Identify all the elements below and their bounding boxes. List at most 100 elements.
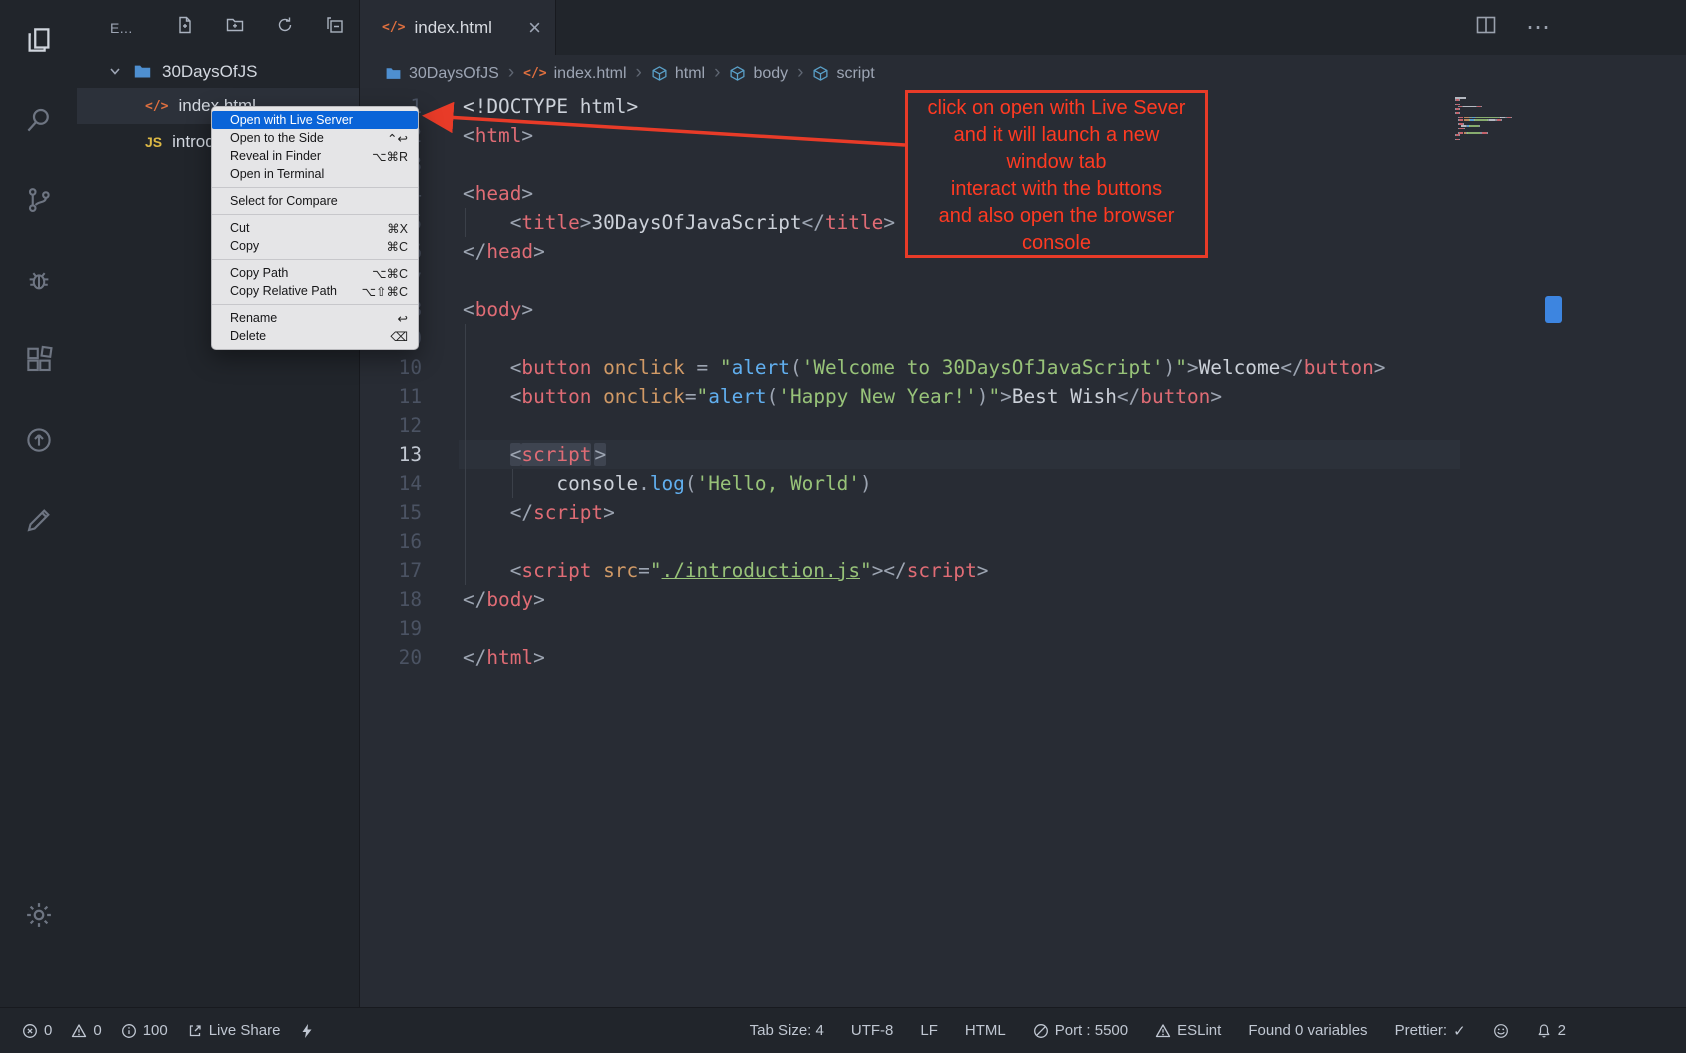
code-line-19[interactable]: 19 [360,614,1686,643]
refresh-icon[interactable] [275,15,295,40]
code-line-9[interactable]: 9 [360,324,1686,353]
source-control-icon[interactable] [15,176,63,224]
context-menu-item-open-with-live-server[interactable]: Open with Live Server [212,111,418,129]
code-line-11[interactable]: 11 <button onclick="alert('Happy New Yea… [360,382,1686,411]
status-item-utf-8[interactable]: UTF-8 [851,1022,894,1039]
status-label: 0 [44,1022,52,1039]
breadcrumb-item-30daysofjs[interactable]: 30DaysOfJS [385,65,499,83]
status-item-tab-size-4[interactable]: Tab Size: 4 [750,1022,824,1039]
menu-item-label: Reveal in Finder [230,149,321,163]
cube-icon [729,65,746,82]
status-item-prettier[interactable]: Prettier:✓ [1395,1022,1466,1040]
code-line-8[interactable]: 8<body> [360,295,1686,324]
code-line-14[interactable]: 14 console.log('Hello, World') [360,469,1686,498]
code-line-15[interactable]: 15 </script> [360,498,1686,527]
breadcrumb-label: script [836,65,874,83]
status-item-100[interactable]: 100 [121,1022,168,1039]
line-number[interactable]: 13 [360,440,422,469]
status-item-0[interactable]: 0 [71,1022,101,1039]
status-label: Tab Size: 4 [750,1022,824,1039]
menu-item-label: Copy [230,239,259,253]
new-file-icon[interactable] [175,15,195,40]
code-text: </head> [463,237,545,266]
menu-item-label: Copy Relative Path [230,284,337,298]
breadcrumb-item-script[interactable]: script [812,65,874,83]
status-item-live-share[interactable]: Live Share [187,1022,281,1039]
status-item-2[interactable]: 2 [1536,1022,1566,1039]
tab-close-icon[interactable]: × [528,17,541,39]
status-item-0[interactable]: 0 [22,1022,52,1039]
status-item-eslint[interactable]: ESLint [1155,1022,1221,1039]
status-bar: 0 0 100 Live Share Tab Size: 4 UTF-8 LF HTML Po… [0,1007,1686,1053]
extensions-icon[interactable] [15,336,63,384]
status-item-smiley[interactable] [1493,1023,1509,1039]
context-menu-item-cut[interactable]: Cut⌘X [212,219,418,237]
status-label: Prettier: [1395,1022,1448,1039]
cube-icon [812,65,829,82]
edit-session-icon[interactable] [15,496,63,544]
code-line-18[interactable]: 18</body> [360,585,1686,614]
status-item-html[interactable]: HTML [965,1022,1006,1039]
tab-index-html[interactable]: </> index.html × [360,0,556,55]
explorer-icon[interactable] [15,16,63,64]
collapse-all-icon[interactable] [325,15,345,40]
line-number[interactable]: 11 [360,382,422,411]
split-editor-icon[interactable] [1474,13,1498,42]
code-line-13[interactable]: 13 <script> [360,440,1686,469]
line-number[interactable]: 20 [360,643,422,672]
line-number[interactable]: 14 [360,469,422,498]
new-folder-icon[interactable] [225,15,245,40]
breadcrumb-separator: › [795,62,805,86]
blocked-icon [1033,1023,1049,1039]
html-file-icon: </> [145,99,168,114]
status-item-port-5500[interactable]: Port : 5500 [1033,1022,1128,1039]
code-line-7[interactable]: 7 [360,266,1686,295]
context-menu-item-reveal-in-finder[interactable]: Reveal in Finder ⌥⌘R [212,147,418,165]
line-number[interactable]: 17 [360,556,422,585]
run-debug-icon[interactable] [15,256,63,304]
status-item-lf[interactable]: LF [920,1022,938,1039]
code-line-20[interactable]: 20</html> [360,643,1686,672]
live-share-icon[interactable] [15,416,63,464]
code-line-12[interactable]: 12 [360,411,1686,440]
status-label: Found 0 variables [1248,1022,1367,1039]
code-line-16[interactable]: 16 [360,527,1686,556]
more-actions-icon[interactable]: ⋯ [1526,13,1551,42]
line-number[interactable]: 10 [360,353,422,382]
line-number[interactable]: 19 [360,614,422,643]
breadcrumb-item-html[interactable]: html [651,65,705,83]
breadcrumb-label: body [753,65,788,83]
breadcrumb-item-index-html[interactable]: </>index.html [523,65,626,83]
context-menu-item-delete[interactable]: Delete⌫ [212,327,418,345]
line-number[interactable]: 12 [360,411,422,440]
breadcrumb: 30DaysOfJS›</>index.html›html›body›scrip… [360,55,1686,92]
minimap[interactable] [1455,97,1545,141]
warning-icon [1155,1023,1171,1039]
context-menu-item-open-to-the-side[interactable]: Open to the Side⌃↩ [212,129,418,147]
folder-row-30daysofjs[interactable]: 30DaysOfJS [77,55,359,88]
context-menu-item-rename[interactable]: Rename↩ [212,309,418,327]
code-line-17[interactable]: 17 <script src="./introduction.js"></scr… [360,556,1686,585]
status-label: LF [920,1022,938,1039]
context-menu-item-copy[interactable]: Copy⌘C [212,237,418,255]
status-item-found-0-variables[interactable]: Found 0 variables [1248,1022,1367,1039]
context-menu-item-copy-path[interactable]: Copy Path⌥⌘C [212,264,418,282]
code-text: </script> [463,498,615,527]
line-number[interactable]: 16 [360,527,422,556]
menu-item-shortcut: ↩ [398,311,408,326]
search-icon[interactable] [15,96,63,144]
context-menu-item-open-in-terminal[interactable]: Open in Terminal [212,165,418,183]
menu-item-label: Copy Path [230,266,288,280]
context-menu-item-copy-relative-path[interactable]: Copy Relative Path ⌥⇧⌘C [212,282,418,300]
line-number[interactable]: 15 [360,498,422,527]
folder-icon [133,62,152,81]
menu-item-shortcut: ⌥⌘R [372,149,408,164]
code-line-10[interactable]: 10 <button onclick = "alert('Welcome to … [360,353,1686,382]
context-menu-item-select-for-compare[interactable]: Select for Compare [212,192,418,210]
tabbar-actions: ⋯ [1474,0,1686,55]
status-item-lightning[interactable] [299,1023,315,1039]
menu-item-shortcut: ⌥⇧⌘C [362,284,408,299]
line-number[interactable]: 18 [360,585,422,614]
breadcrumb-item-body[interactable]: body [729,65,788,83]
settings-gear-icon[interactable] [15,891,63,939]
